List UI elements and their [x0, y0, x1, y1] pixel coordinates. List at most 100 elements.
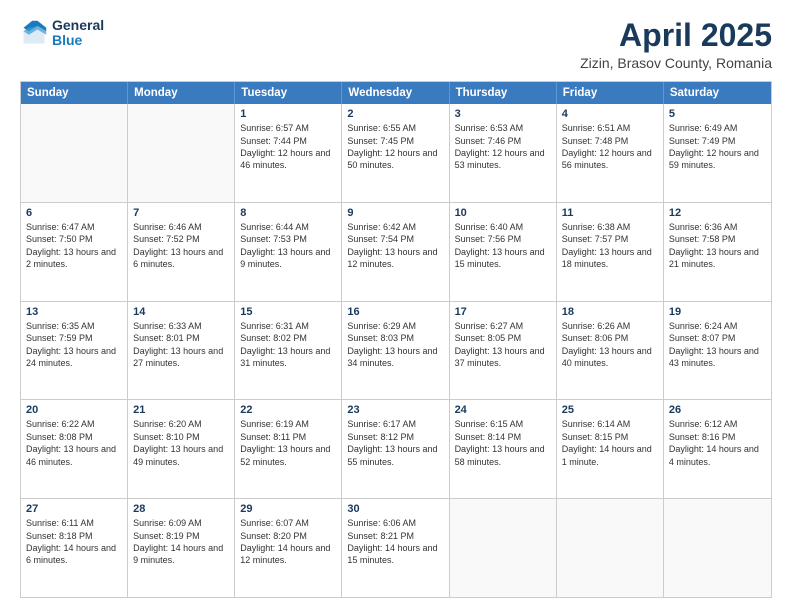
cell-content-28: Sunrise: 6:09 AM Sunset: 8:19 PM Dayligh… [133, 517, 229, 567]
cell-content-6: Sunrise: 6:47 AM Sunset: 7:50 PM Dayligh… [26, 221, 122, 271]
logo-icon [20, 19, 48, 47]
cell-content-10: Sunrise: 6:40 AM Sunset: 7:56 PM Dayligh… [455, 221, 551, 271]
logo-general-text: General [52, 18, 104, 33]
calendar-cell-11: 11 Sunrise: 6:38 AM Sunset: 7:57 PM Dayli… [557, 203, 664, 301]
day-number-6: 6 [26, 207, 122, 219]
day-number-19: 19 [669, 306, 766, 318]
cell-content-1: Sunrise: 6:57 AM Sunset: 7:44 PM Dayligh… [240, 122, 336, 172]
cell-content-14: Sunrise: 6:33 AM Sunset: 8:01 PM Dayligh… [133, 320, 229, 370]
calendar-cell-13: 13 Sunrise: 6:35 AM Sunset: 7:59 PM Dayli… [21, 302, 128, 400]
day-number-25: 25 [562, 404, 658, 416]
calendar-cell-empty [450, 499, 557, 597]
header-cell-sunday: Sunday [21, 82, 128, 104]
logo-blue-text: Blue [52, 33, 104, 48]
day-number-20: 20 [26, 404, 122, 416]
calendar-cell-23: 23 Sunrise: 6:17 AM Sunset: 8:12 PM Dayli… [342, 400, 449, 498]
cell-content-3: Sunrise: 6:53 AM Sunset: 7:46 PM Dayligh… [455, 122, 551, 172]
page: General Blue April 2025 Zizin, Brasov Co… [0, 0, 792, 612]
calendar-cell-5: 5 Sunrise: 6:49 AM Sunset: 7:49 PM Daylig… [664, 104, 771, 202]
cell-content-15: Sunrise: 6:31 AM Sunset: 8:02 PM Dayligh… [240, 320, 336, 370]
day-number-26: 26 [669, 404, 766, 416]
calendar-cell-25: 25Sunrise: 6:14 AM Sunset: 8:15 PM Dayli… [557, 400, 664, 498]
calendar-cell-empty [21, 104, 128, 202]
header-cell-wednesday: Wednesday [342, 82, 449, 104]
day-number-8: 8 [240, 207, 336, 219]
day-number-2: 2 [347, 108, 443, 120]
cell-content-19: Sunrise: 6:24 AM Sunset: 8:07 PM Dayligh… [669, 320, 766, 370]
day-number-10: 10 [455, 207, 551, 219]
calendar-cell-16: 16Sunrise: 6:29 AM Sunset: 8:03 PM Dayli… [342, 302, 449, 400]
cell-content-8: Sunrise: 6:44 AM Sunset: 7:53 PM Dayligh… [240, 221, 336, 271]
day-number-24: 24 [455, 404, 551, 416]
calendar-row-2: 6 Sunrise: 6:47 AM Sunset: 7:50 PM Daylig… [21, 202, 771, 301]
day-number-21: 21 [133, 404, 229, 416]
cell-content-2: Sunrise: 6:55 AM Sunset: 7:45 PM Dayligh… [347, 122, 443, 172]
calendar-cell-12: 12Sunrise: 6:36 AM Sunset: 7:58 PM Dayli… [664, 203, 771, 301]
calendar-cell-empty [128, 104, 235, 202]
location-title: Zizin, Brasov County, Romania [580, 55, 772, 71]
calendar-cell-24: 24Sunrise: 6:15 AM Sunset: 8:14 PM Dayli… [450, 400, 557, 498]
day-number-1: 1 [240, 108, 336, 120]
day-number-5: 5 [669, 108, 766, 120]
day-number-23: 23 [347, 404, 443, 416]
calendar-cell-26: 26 Sunrise: 6:12 AM Sunset: 8:16 PM Dayli… [664, 400, 771, 498]
calendar-cell-15: 15 Sunrise: 6:31 AM Sunset: 8:02 PM Dayli… [235, 302, 342, 400]
calendar-cell-2: 2 Sunrise: 6:55 AM Sunset: 7:45 PM Daylig… [342, 104, 449, 202]
logo-text: General Blue [52, 18, 104, 49]
calendar-cell-3: 3Sunrise: 6:53 AM Sunset: 7:46 PM Daylig… [450, 104, 557, 202]
calendar-cell-9: 9 Sunrise: 6:42 AM Sunset: 7:54 PM Daylig… [342, 203, 449, 301]
cell-content-29: Sunrise: 6:07 AM Sunset: 8:20 PM Dayligh… [240, 517, 336, 567]
calendar-cell-8: 8 Sunrise: 6:44 AM Sunset: 7:53 PM Daylig… [235, 203, 342, 301]
cell-content-30: Sunrise: 6:06 AM Sunset: 8:21 PM Dayligh… [347, 517, 443, 567]
calendar-cell-19: 19 Sunrise: 6:24 AM Sunset: 8:07 PM Dayli… [664, 302, 771, 400]
day-number-4: 4 [562, 108, 658, 120]
calendar-header-row: SundayMondayTuesdayWednesdayThursdayFrid… [21, 82, 771, 104]
calendar-cell-30: 30 Sunrise: 6:06 AM Sunset: 8:21 PM Dayli… [342, 499, 449, 597]
day-number-15: 15 [240, 306, 336, 318]
cell-content-11: Sunrise: 6:38 AM Sunset: 7:57 PM Dayligh… [562, 221, 658, 271]
month-title: April 2025 [580, 18, 772, 53]
day-number-9: 9 [347, 207, 443, 219]
calendar: SundayMondayTuesdayWednesdayThursdayFrid… [20, 81, 772, 598]
calendar-cell-21: 21 Sunrise: 6:20 AM Sunset: 8:10 PM Dayli… [128, 400, 235, 498]
cell-content-27: Sunrise: 6:11 AM Sunset: 8:18 PM Dayligh… [26, 517, 122, 567]
calendar-cell-4: 4Sunrise: 6:51 AM Sunset: 7:48 PM Daylig… [557, 104, 664, 202]
logo: General Blue [20, 18, 104, 49]
cell-content-23: Sunrise: 6:17 AM Sunset: 8:12 PM Dayligh… [347, 418, 443, 468]
cell-content-13: Sunrise: 6:35 AM Sunset: 7:59 PM Dayligh… [26, 320, 122, 370]
cell-content-18: Sunrise: 6:26 AM Sunset: 8:06 PM Dayligh… [562, 320, 658, 370]
calendar-cell-22: 22Sunrise: 6:19 AM Sunset: 8:11 PM Dayli… [235, 400, 342, 498]
day-number-27: 27 [26, 503, 122, 515]
day-number-30: 30 [347, 503, 443, 515]
cell-content-5: Sunrise: 6:49 AM Sunset: 7:49 PM Dayligh… [669, 122, 766, 172]
day-number-13: 13 [26, 306, 122, 318]
day-number-29: 29 [240, 503, 336, 515]
cell-content-7: Sunrise: 6:46 AM Sunset: 7:52 PM Dayligh… [133, 221, 229, 271]
calendar-cell-empty [557, 499, 664, 597]
cell-content-17: Sunrise: 6:27 AM Sunset: 8:05 PM Dayligh… [455, 320, 551, 370]
day-number-12: 12 [669, 207, 766, 219]
header-cell-friday: Friday [557, 82, 664, 104]
calendar-cell-28: 28 Sunrise: 6:09 AM Sunset: 8:19 PM Dayli… [128, 499, 235, 597]
calendar-row-3: 13 Sunrise: 6:35 AM Sunset: 7:59 PM Dayli… [21, 301, 771, 400]
calendar-cell-6: 6 Sunrise: 6:47 AM Sunset: 7:50 PM Daylig… [21, 203, 128, 301]
header-cell-monday: Monday [128, 82, 235, 104]
cell-content-26: Sunrise: 6:12 AM Sunset: 8:16 PM Dayligh… [669, 418, 766, 468]
day-number-28: 28 [133, 503, 229, 515]
calendar-cell-17: 17Sunrise: 6:27 AM Sunset: 8:05 PM Dayli… [450, 302, 557, 400]
calendar-row-4: 20 Sunrise: 6:22 AM Sunset: 8:08 PM Dayli… [21, 399, 771, 498]
cell-content-9: Sunrise: 6:42 AM Sunset: 7:54 PM Dayligh… [347, 221, 443, 271]
calendar-cell-18: 18Sunrise: 6:26 AM Sunset: 8:06 PM Dayli… [557, 302, 664, 400]
calendar-cell-27: 27 Sunrise: 6:11 AM Sunset: 8:18 PM Dayli… [21, 499, 128, 597]
header-cell-thursday: Thursday [450, 82, 557, 104]
calendar-cell-29: 29 Sunrise: 6:07 AM Sunset: 8:20 PM Dayli… [235, 499, 342, 597]
header-cell-saturday: Saturday [664, 82, 771, 104]
day-number-22: 22 [240, 404, 336, 416]
day-number-11: 11 [562, 207, 658, 219]
calendar-cell-7: 7Sunrise: 6:46 AM Sunset: 7:52 PM Daylig… [128, 203, 235, 301]
day-number-14: 14 [133, 306, 229, 318]
calendar-cell-1: 1 Sunrise: 6:57 AM Sunset: 7:44 PM Daylig… [235, 104, 342, 202]
cell-content-21: Sunrise: 6:20 AM Sunset: 8:10 PM Dayligh… [133, 418, 229, 468]
calendar-cell-empty [664, 499, 771, 597]
cell-content-20: Sunrise: 6:22 AM Sunset: 8:08 PM Dayligh… [26, 418, 122, 468]
